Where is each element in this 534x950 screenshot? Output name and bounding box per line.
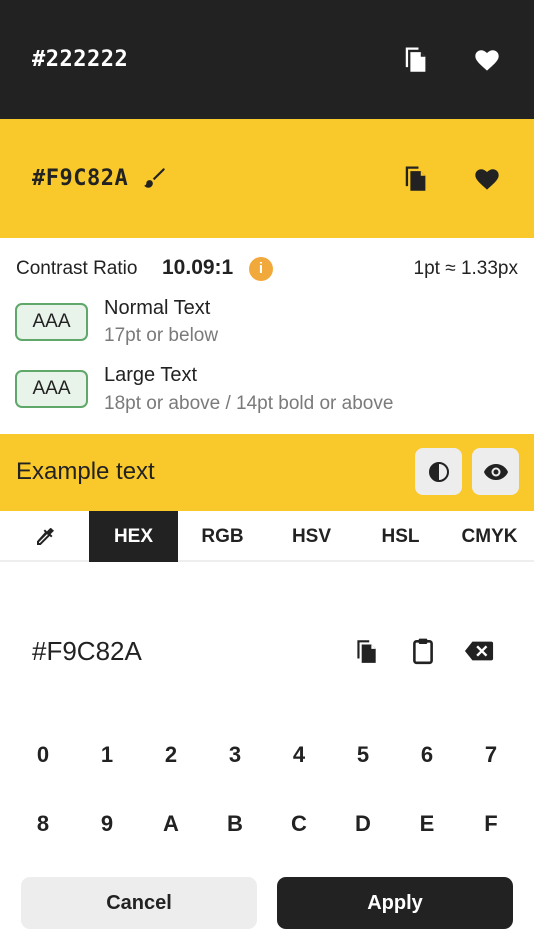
contrast-toggle-button[interactable] bbox=[415, 448, 462, 495]
keypad-row-1: 0 1 2 3 4 5 6 7 bbox=[11, 737, 523, 773]
key-6[interactable]: 6 bbox=[395, 737, 459, 773]
color-format-tabs: HEX RGB HSV HSL CMYK bbox=[0, 511, 534, 562]
large-text-badge: AAA bbox=[15, 370, 88, 408]
tab-hsl[interactable]: HSL bbox=[356, 511, 445, 562]
key-8[interactable]: 8 bbox=[11, 806, 75, 842]
key-1[interactable]: 1 bbox=[75, 737, 139, 773]
keypad-row-2: 8 9 A B C D E F bbox=[11, 806, 523, 842]
info-icon[interactable]: i bbox=[249, 257, 273, 281]
tab-rgb[interactable]: RGB bbox=[178, 511, 267, 562]
foreground-hex-label: #222222 bbox=[32, 47, 129, 72]
key-2[interactable]: 2 bbox=[139, 737, 203, 773]
heart-icon[interactable] bbox=[471, 43, 503, 75]
normal-text-subtitle: 17pt or below bbox=[104, 325, 219, 346]
key-4[interactable]: 4 bbox=[267, 737, 331, 773]
tab-hex[interactable]: HEX bbox=[89, 511, 178, 562]
apply-button[interactable]: Apply bbox=[277, 877, 513, 929]
tab-eyedropper[interactable] bbox=[0, 511, 89, 562]
tab-cmyk[interactable]: CMYK bbox=[445, 511, 534, 562]
key-5[interactable]: 5 bbox=[331, 737, 395, 773]
background-hex-label: #F9C82A bbox=[32, 166, 129, 191]
large-text-title: Large Text bbox=[104, 364, 198, 386]
eyedropper-icon bbox=[36, 527, 54, 545]
pt-px-conversion: 1pt ≈ 1.33px bbox=[413, 258, 518, 279]
contrast-ratio-label: Contrast Ratio bbox=[16, 258, 138, 279]
foreground-color-bar[interactable]: #222222 bbox=[0, 0, 534, 119]
key-7[interactable]: 7 bbox=[459, 737, 523, 773]
paste-icon[interactable] bbox=[408, 636, 438, 666]
contrast-icon bbox=[428, 461, 449, 482]
hex-input-value[interactable]: #F9C82A bbox=[32, 636, 142, 667]
key-3[interactable]: 3 bbox=[203, 737, 267, 773]
copy-icon[interactable] bbox=[399, 162, 431, 194]
heart-icon[interactable] bbox=[471, 162, 503, 194]
copy-icon[interactable] bbox=[399, 43, 431, 75]
key-e[interactable]: E bbox=[395, 806, 459, 842]
key-b[interactable]: B bbox=[203, 806, 267, 842]
cancel-button[interactable]: Cancel bbox=[21, 877, 257, 929]
key-f[interactable]: F bbox=[459, 806, 523, 842]
tab-hsv[interactable]: HSV bbox=[267, 511, 356, 562]
eye-icon bbox=[483, 463, 508, 480]
key-a[interactable]: A bbox=[139, 806, 203, 842]
backspace-icon[interactable] bbox=[464, 636, 494, 666]
example-text: Example text bbox=[16, 458, 155, 485]
normal-text-title: Normal Text bbox=[104, 297, 211, 319]
normal-text-badge: AAA bbox=[15, 303, 88, 341]
preview-toggle-button[interactable] bbox=[472, 448, 519, 495]
brush-icon[interactable] bbox=[142, 165, 168, 191]
copy-icon[interactable] bbox=[351, 636, 381, 666]
background-color-bar[interactable]: #F9C82A bbox=[0, 119, 534, 238]
key-9[interactable]: 9 bbox=[75, 806, 139, 842]
key-0[interactable]: 0 bbox=[11, 737, 75, 773]
key-c[interactable]: C bbox=[267, 806, 331, 842]
key-d[interactable]: D bbox=[331, 806, 395, 842]
large-text-subtitle: 18pt or above / 14pt bold or above bbox=[104, 393, 394, 414]
contrast-ratio-value: 10.09:1 bbox=[162, 256, 234, 279]
